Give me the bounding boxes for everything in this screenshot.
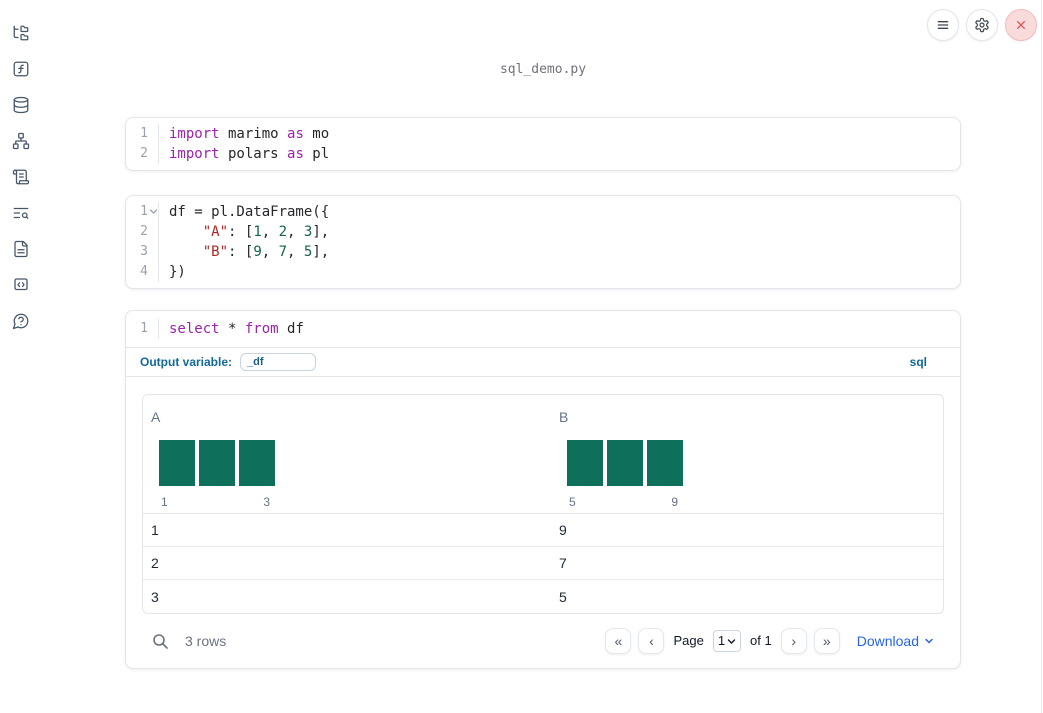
helper-panel-rail — [12, 24, 30, 330]
histogram-bar[interactable] — [199, 440, 235, 486]
code-line: 1 select * from df — [126, 319, 960, 339]
marimo-app: sql_demo.py 1 import marimo as mo 2 import … — [0, 0, 1043, 713]
function-square-icon[interactable] — [12, 60, 30, 78]
shutdown-button[interactable] — [1005, 9, 1037, 41]
table-body: 192735 — [143, 514, 943, 613]
help-circle-icon[interactable] — [12, 312, 30, 330]
table-row: 27 — [143, 547, 943, 580]
column-name: B — [559, 409, 569, 425]
page-label: Page — [673, 633, 704, 648]
chevron-down-icon — [727, 638, 736, 644]
code-text: import marimo as mo — [158, 124, 329, 144]
table-row: 35 — [143, 580, 943, 613]
line-number: 4 — [140, 264, 148, 279]
table-header: A 1 3 B 5 9 — [143, 395, 943, 514]
hist-max-label: 3 — [263, 495, 270, 509]
histogram-axis-labels: 5 9 — [567, 492, 683, 512]
line-number: 2 — [140, 224, 148, 239]
table-output: A 1 3 B 5 9 1 9 2 7 3 5 3 rows « ‹ Page … — [126, 377, 960, 668]
dataframe-table: A 1 3 B 5 9 1 9 2 7 3 5 — [142, 394, 944, 614]
output-variable-input[interactable] — [240, 353, 317, 371]
code-line: 2 "A": [1, 2, 3], — [126, 222, 960, 242]
row-count: 3 rows — [185, 633, 227, 649]
page-select-value: 1 — [717, 633, 726, 648]
sql-code-editor[interactable]: 1 select * from df — [126, 311, 960, 348]
next-page-button[interactable]: › — [780, 628, 807, 654]
column-histogram — [567, 440, 683, 486]
output-variable-label: Output variable: — [140, 355, 233, 369]
code-text: df = pl.DataFrame({ — [158, 202, 329, 222]
scroll-icon[interactable] — [12, 168, 30, 186]
code-text: }) — [158, 262, 186, 282]
hist-min-label: 5 — [569, 495, 576, 509]
column-histogram — [159, 440, 275, 486]
histogram-axis-labels: 1 3 — [159, 492, 275, 512]
close-icon — [1017, 20, 1025, 29]
first-page-button[interactable]: « — [605, 628, 632, 654]
code-line: 1 df = pl.DataFrame({ — [126, 202, 960, 222]
sql-cell-toolbar: Output variable: sql — [126, 348, 960, 377]
code-text: "B": [9, 7, 5], — [158, 242, 329, 262]
column-name: A — [151, 409, 161, 425]
code-line: 4}) — [126, 262, 960, 282]
hist-max-label: 9 — [671, 495, 678, 509]
table-search-button[interactable] — [152, 633, 169, 650]
document-icon[interactable] — [12, 240, 30, 258]
language-badge: sql — [909, 355, 927, 369]
database-icon[interactable] — [12, 96, 30, 114]
hist-min-label: 1 — [161, 495, 168, 509]
code-text: select * from df — [158, 319, 304, 339]
search-icon — [153, 633, 168, 649]
table-row: 19 — [143, 514, 943, 547]
code-line: 1 import marimo as mo — [126, 124, 960, 144]
histogram-bar[interactable] — [567, 440, 603, 486]
column-header-b[interactable]: B 5 9 — [551, 395, 943, 513]
page-of-label: of 1 — [750, 633, 772, 648]
line-number: 3 — [140, 244, 148, 259]
code-line: 3 "B": [9, 7, 5], — [126, 242, 960, 262]
cell-a-value: 3 — [151, 588, 159, 605]
gear-icon — [975, 17, 989, 33]
histogram-bar[interactable] — [607, 440, 643, 486]
prev-page-button[interactable]: ‹ — [638, 628, 665, 654]
page-select[interactable]: 1 — [712, 630, 742, 652]
notebook: sql_demo.py 1 import marimo as mo 2 import … — [125, 0, 961, 669]
code-text: "A": [1, 2, 3], — [158, 222, 329, 242]
list-search-icon[interactable] — [12, 204, 30, 222]
histogram-bar[interactable] — [159, 440, 195, 486]
histogram-bar[interactable] — [239, 440, 275, 486]
code-line: 2 import polars as pl — [126, 144, 960, 164]
code-snippet-icon[interactable] — [12, 276, 30, 294]
code-cell-imports[interactable]: 1 import marimo as mo 2 import polars as pl — [125, 117, 961, 171]
line-number: 1 — [140, 321, 148, 336]
line-number: 1 — [126, 202, 158, 222]
cell-b-value: 9 — [559, 522, 567, 538]
line-number: 1 — [140, 126, 148, 141]
settings-button[interactable] — [966, 9, 998, 41]
notebook-filename: sql_demo.py — [499, 62, 587, 77]
cell-b-value: 7 — [559, 555, 567, 571]
fold-chevron-down-icon[interactable] — [149, 207, 158, 216]
last-page-button[interactable]: » — [813, 628, 840, 654]
line-number: 2 — [140, 146, 148, 161]
table-footer: 3 rows « ‹ Page 1 of 1 › » Download — [142, 614, 944, 668]
histogram-bar[interactable] — [647, 440, 683, 486]
code-text: import polars as pl — [158, 144, 329, 164]
code-cell-dataframe[interactable]: 1 df = pl.DataFrame({2 "A": [1, 2, 3], 3 "… — [125, 195, 961, 289]
sql-cell: 1 select * from df Output variable: sql A — [125, 310, 961, 669]
cell-a-value: 2 — [151, 555, 159, 571]
download-button[interactable]: Download — [857, 631, 934, 651]
chevron-down-icon — [925, 638, 933, 644]
download-label: Download — [856, 633, 919, 649]
dependency-graph-icon[interactable] — [12, 132, 30, 150]
file-tree-icon[interactable] — [12, 24, 30, 42]
cell-a-value: 1 — [151, 522, 159, 538]
column-header-a[interactable]: A 1 3 — [143, 395, 551, 513]
cell-b-value: 5 — [559, 588, 567, 605]
